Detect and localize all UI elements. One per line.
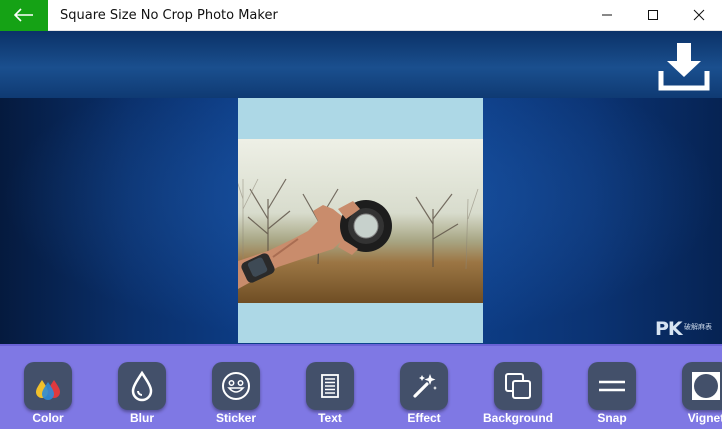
arrow-left-icon: [14, 8, 33, 22]
maximize-button[interactable]: [630, 0, 676, 31]
tool-background[interactable]: Background: [471, 346, 565, 429]
tool-label: Vignet: [687, 411, 722, 425]
snap-lines-icon: [588, 362, 636, 410]
tool-effect[interactable]: Effect: [377, 346, 471, 429]
bottom-toolbar: Color Blur Sticker Text Effect Backgroun…: [0, 344, 722, 429]
watermark-subtext: 破解麻表: [684, 323, 712, 331]
blur-drop-icon: [118, 362, 166, 410]
close-button[interactable]: [676, 0, 722, 31]
minimize-icon: [602, 14, 612, 16]
tool-text[interactable]: Text: [283, 346, 377, 429]
vignette-icon: [682, 362, 722, 410]
tool-snap[interactable]: Snap: [565, 346, 659, 429]
tool-blur[interactable]: Blur: [95, 346, 189, 429]
canvas-header-band: [0, 31, 722, 98]
tool-label: Blur: [130, 411, 154, 425]
tool-sticker[interactable]: Sticker: [189, 346, 283, 429]
download-button[interactable]: [656, 39, 712, 93]
tool-color[interactable]: Color: [1, 346, 95, 429]
magic-wand-icon: [400, 362, 448, 410]
photo[interactable]: [238, 139, 483, 303]
close-icon: [693, 9, 705, 21]
color-drops-icon: [24, 362, 72, 410]
smiley-icon: [212, 362, 260, 410]
tool-label: Snap: [597, 411, 627, 425]
minimize-button[interactable]: [584, 0, 630, 31]
layers-icon: [494, 362, 542, 410]
watermark-logo: PK: [655, 318, 683, 340]
tool-label: Color: [32, 411, 64, 425]
square-preview[interactable]: [238, 98, 483, 343]
window-title: Square Size No Crop Photo Maker: [60, 8, 278, 23]
tool-label: Background: [482, 411, 553, 425]
tool-label: Sticker: [215, 411, 257, 425]
document-text-icon: [306, 362, 354, 410]
tool-vignet[interactable]: Vignet: [659, 346, 722, 429]
canvas-area: PK 破解麻表: [0, 31, 722, 344]
tool-label: Text: [318, 411, 342, 425]
title-bar: Square Size No Crop Photo Maker: [0, 0, 722, 31]
download-icon: [658, 43, 710, 91]
maximize-icon: [648, 10, 658, 20]
tool-label: Effect: [407, 411, 441, 425]
back-button[interactable]: [0, 0, 48, 31]
photo-image: [238, 139, 483, 303]
